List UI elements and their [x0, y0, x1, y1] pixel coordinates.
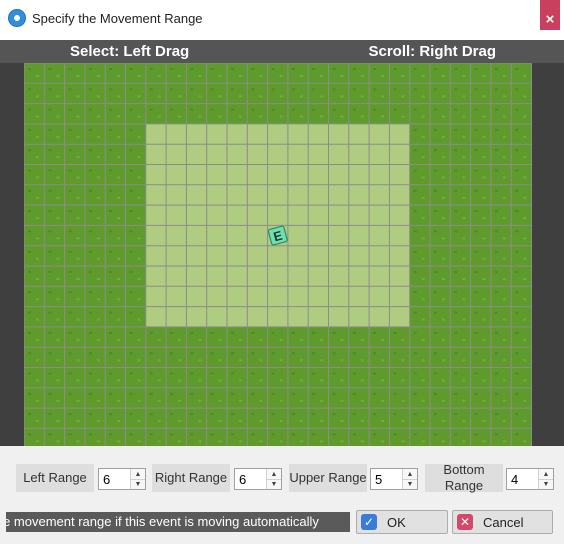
- upper-range-label: Upper Range: [289, 464, 367, 492]
- check-icon: ✓: [361, 514, 377, 530]
- x-icon: ✕: [457, 514, 473, 530]
- spin-down-icon[interactable]: ▼: [539, 479, 553, 489]
- spin-down-icon[interactable]: ▼: [131, 479, 145, 489]
- status-message: Specify the movement range if this event…: [6, 512, 350, 532]
- status-text: Specify the movement range if this event…: [6, 514, 319, 529]
- cancel-button[interactable]: ✕ Cancel: [452, 510, 553, 534]
- event-marker-icon[interactable]: E: [267, 225, 288, 246]
- stepper-arrows[interactable]: ▲ ▼: [266, 469, 281, 489]
- upper-range-stepper[interactable]: 5 ▲ ▼: [370, 468, 418, 490]
- spin-down-icon[interactable]: ▼: [403, 479, 417, 489]
- close-icon: ×: [545, 10, 555, 28]
- stepper-arrows[interactable]: ▲ ▼: [402, 469, 417, 489]
- upper-range-value[interactable]: 5: [375, 472, 382, 487]
- spin-down-icon[interactable]: ▼: [267, 479, 281, 489]
- left-range-stepper[interactable]: 6 ▲ ▼: [98, 468, 146, 490]
- right-range-label: Right Range: [152, 464, 230, 492]
- scroll-hint: Scroll: Right Drag: [368, 43, 496, 60]
- right-range-value[interactable]: 6: [239, 472, 246, 487]
- bottom-range-stepper[interactable]: 4 ▲ ▼: [506, 468, 554, 490]
- left-range-label: Left Range: [16, 464, 94, 492]
- app-icon: [8, 9, 26, 27]
- stepper-arrows[interactable]: ▲ ▼: [130, 469, 145, 489]
- map-viewport[interactable]: E: [0, 63, 564, 446]
- right-range-stepper[interactable]: 6 ▲ ▼: [234, 468, 282, 490]
- window-title: Specify the Movement Range: [32, 11, 203, 26]
- cancel-label: Cancel: [483, 515, 524, 530]
- title-bar: Specify the Movement Range ×: [0, 0, 564, 41]
- select-hint: Select: Left Drag: [70, 43, 190, 60]
- stepper-arrows[interactable]: ▲ ▼: [538, 469, 553, 489]
- map-grid[interactable]: E: [24, 63, 532, 446]
- bottom-range-label: Bottom Range: [425, 462, 503, 493]
- instruction-bar: Select: Left Drag Scroll: Right Drag: [0, 40, 564, 63]
- close-button[interactable]: ×: [540, 0, 560, 30]
- left-range-value[interactable]: 6: [103, 472, 110, 487]
- ok-button[interactable]: ✓ OK: [356, 510, 448, 534]
- ok-label: OK: [387, 515, 406, 530]
- range-controls: Left Range 6 ▲ ▼ Right Range 6 ▲ ▼ Upper…: [0, 446, 564, 544]
- bottom-range-value[interactable]: 4: [511, 472, 518, 487]
